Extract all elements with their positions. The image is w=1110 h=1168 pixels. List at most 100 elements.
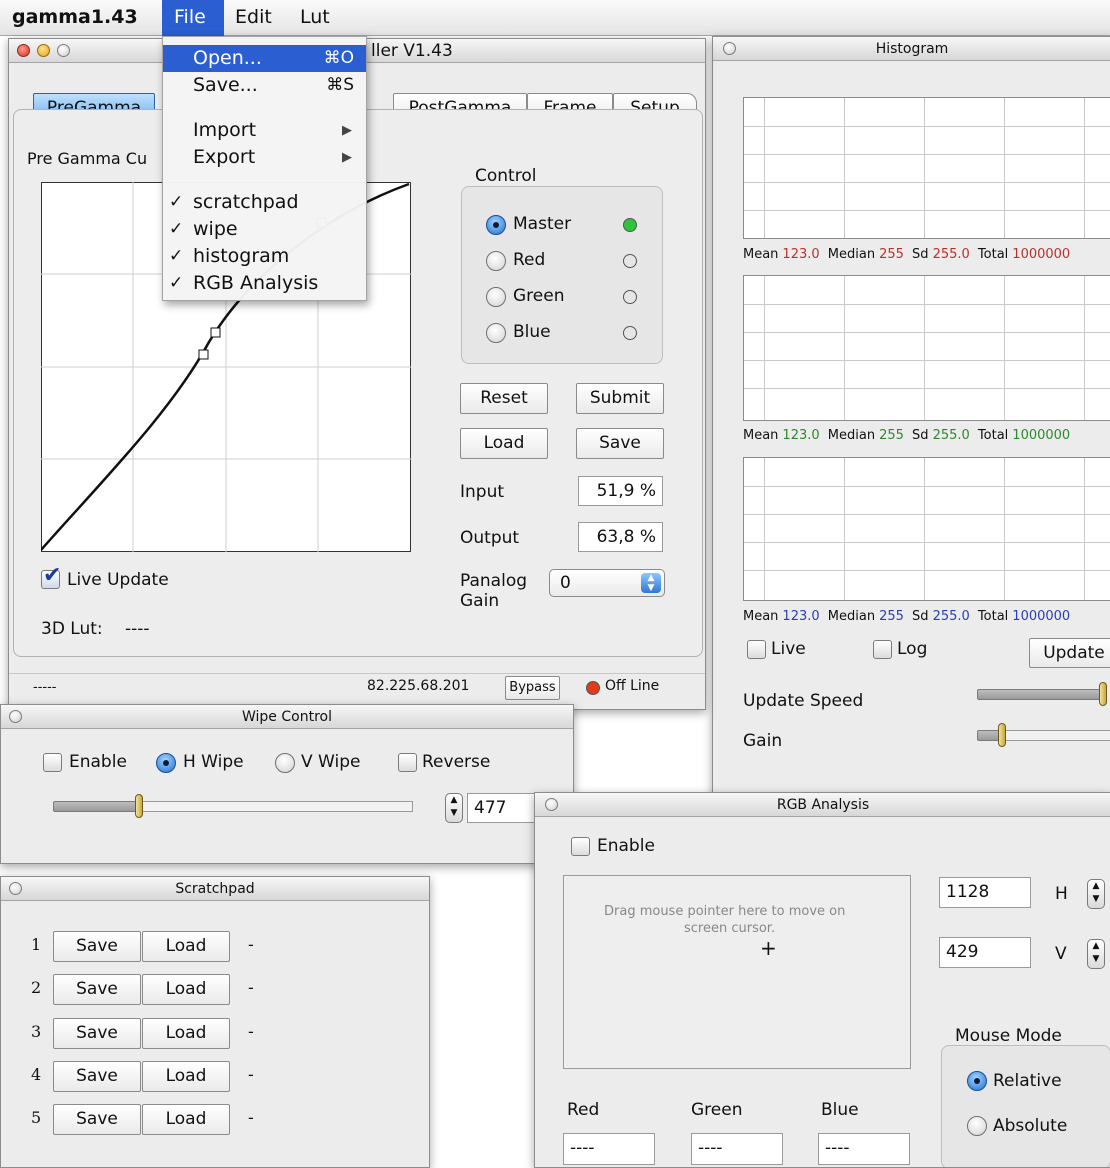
- menu-item-save[interactable]: Save... ⌘S: [163, 72, 366, 99]
- submit-button[interactable]: Submit: [576, 383, 664, 414]
- gain-slider-thumb[interactable]: [998, 723, 1006, 747]
- app-menu[interactable]: gamma1.43: [12, 6, 138, 28]
- wipe-stepper[interactable]: ▲ ▼: [445, 793, 463, 823]
- radio-blue[interactable]: [486, 323, 506, 343]
- checkmark-icon: ✓: [169, 246, 184, 266]
- window-zoom-icon[interactable]: [57, 44, 70, 57]
- stat-median: 255: [879, 609, 904, 624]
- update-speed-slider[interactable]: [977, 689, 1107, 700]
- reset-button[interactable]: Reset: [460, 383, 548, 414]
- stat-mean: 123.0: [782, 609, 820, 624]
- scratchpad-load-button[interactable]: Load: [142, 1018, 230, 1049]
- scratchpad-load-button[interactable]: Load: [142, 1061, 230, 1092]
- blue-label: Blue: [821, 1100, 859, 1120]
- window-close-icon[interactable]: [545, 798, 558, 811]
- radio-green[interactable]: [486, 287, 506, 307]
- window-close-icon[interactable]: [17, 44, 30, 57]
- panalog-gain-select[interactable]: 0 ▲ ▼: [549, 569, 665, 597]
- h-wipe-radio[interactable]: [156, 753, 176, 773]
- radio-red[interactable]: [486, 251, 506, 271]
- curve-point: [210, 327, 221, 338]
- scratchpad-save-button[interactable]: Save: [53, 1018, 141, 1049]
- relative-radio[interactable]: [967, 1071, 987, 1091]
- row-number: 3: [31, 1022, 42, 1041]
- rgb-titlebar[interactable]: RGB Analysis: [535, 793, 1110, 817]
- offline-status-icon: [586, 681, 600, 695]
- panalog-label: Panalog: [460, 571, 528, 591]
- wipe-slider-thumb[interactable]: [135, 794, 143, 818]
- window-close-icon[interactable]: [9, 710, 22, 723]
- menu-item-wipe[interactable]: ✓ wipe: [163, 216, 366, 243]
- cursor-drag-area[interactable]: Drag mouse pointer here to move on scree…: [563, 875, 911, 1069]
- scratchpad-save-button[interactable]: Save: [53, 1104, 141, 1135]
- v-label: V: [1055, 944, 1067, 964]
- scratchpad-save-button[interactable]: Save: [53, 931, 141, 962]
- v-position-field[interactable]: 429: [939, 937, 1031, 968]
- window-close-icon[interactable]: [723, 42, 736, 55]
- scratchpad-load-button[interactable]: Load: [142, 931, 230, 962]
- absolute-label: Absolute: [993, 1116, 1068, 1136]
- green-value-field: ----: [691, 1133, 783, 1165]
- wipe-value[interactable]: 477: [467, 793, 537, 823]
- absolute-radio[interactable]: [967, 1116, 987, 1136]
- v-stepper[interactable]: ▲ ▼: [1087, 939, 1105, 969]
- wipe-control-window: Wipe Control Enable H Wipe V Wipe Revers…: [0, 704, 574, 864]
- row-number: 5: [31, 1108, 42, 1127]
- gain-label: Gain: [743, 731, 783, 751]
- input-label: Input: [460, 482, 505, 502]
- stat-sd: 255.0: [932, 247, 970, 262]
- menu-item-histogram[interactable]: ✓ histogram: [163, 243, 366, 270]
- reverse-checkbox[interactable]: [398, 753, 417, 772]
- menu-edit[interactable]: Edit: [235, 6, 272, 28]
- wipe-slider[interactable]: [53, 801, 141, 812]
- radio-master[interactable]: [486, 215, 506, 235]
- save-button[interactable]: Save: [576, 428, 664, 459]
- relative-label: Relative: [993, 1071, 1062, 1091]
- menu-item-export[interactable]: Export ▶: [163, 144, 366, 171]
- menu-item-scratchpad[interactable]: ✓ scratchpad: [163, 189, 366, 216]
- update-speed-slider-thumb[interactable]: [1099, 682, 1107, 706]
- log-checkbox[interactable]: [873, 640, 892, 659]
- panalog-gain-value: 0: [560, 573, 571, 593]
- live-update-checkbox[interactable]: ✔: [41, 565, 61, 589]
- histogram-title: Histogram: [875, 41, 949, 57]
- scratchpad-load-button[interactable]: Load: [142, 1104, 230, 1135]
- h-wipe-label: H Wipe: [183, 752, 244, 772]
- menu-item-open[interactable]: Open... ⌘O: [163, 45, 366, 72]
- scratchpad-load-button[interactable]: Load: [142, 974, 230, 1005]
- led-blue-icon: [623, 326, 637, 340]
- blue-value-field: ----: [818, 1133, 910, 1165]
- shortcut-open: ⌘O: [323, 48, 354, 68]
- menu-lut[interactable]: Lut: [300, 6, 330, 28]
- window-minimize-icon[interactable]: [37, 44, 50, 57]
- panalog-gain-label: Gain: [460, 591, 500, 611]
- load-button[interactable]: Load: [460, 428, 548, 459]
- h-stepper[interactable]: ▲ ▼: [1087, 879, 1105, 909]
- update-speed-label: Update Speed: [743, 691, 864, 711]
- row-number: 4: [31, 1065, 42, 1084]
- stat-median: 255: [879, 428, 904, 443]
- mouse-mode-label: Mouse Mode: [955, 1026, 1062, 1046]
- menu-item-import[interactable]: Import ▶: [163, 117, 366, 144]
- stat-sd: 255.0: [932, 428, 970, 443]
- wipe-titlebar[interactable]: Wipe Control: [1, 705, 573, 729]
- histogram-titlebar[interactable]: Histogram: [713, 37, 1110, 61]
- scratchpad-titlebar[interactable]: Scratchpad: [1, 877, 429, 901]
- update-button[interactable]: Update: [1029, 638, 1110, 668]
- radio-green-label: Green: [513, 286, 565, 306]
- menu-file[interactable]: File: [162, 0, 224, 36]
- h-position-field[interactable]: 1128: [939, 877, 1031, 908]
- menu-bar: gamma1.43 File Edit Lut: [0, 0, 1110, 36]
- menu-item-rgb-analysis[interactable]: ✓ RGB Analysis: [163, 270, 366, 297]
- histogram-plot-1: [743, 97, 1110, 239]
- histogram-window: Histogram Mean 123.0 Median 255 Sd 255.0 To…: [712, 36, 1110, 819]
- scratchpad-save-button[interactable]: Save: [53, 1061, 141, 1092]
- scratchpad-save-button[interactable]: Save: [53, 974, 141, 1005]
- live-checkbox[interactable]: [747, 640, 766, 659]
- wipe-enable-checkbox[interactable]: [43, 753, 62, 772]
- window-close-icon[interactable]: [9, 882, 22, 895]
- rgb-enable-checkbox[interactable]: [571, 837, 590, 856]
- v-wipe-radio[interactable]: [275, 753, 295, 773]
- wipe-enable-label: Enable: [69, 752, 127, 772]
- bypass-button[interactable]: Bypass: [505, 676, 560, 700]
